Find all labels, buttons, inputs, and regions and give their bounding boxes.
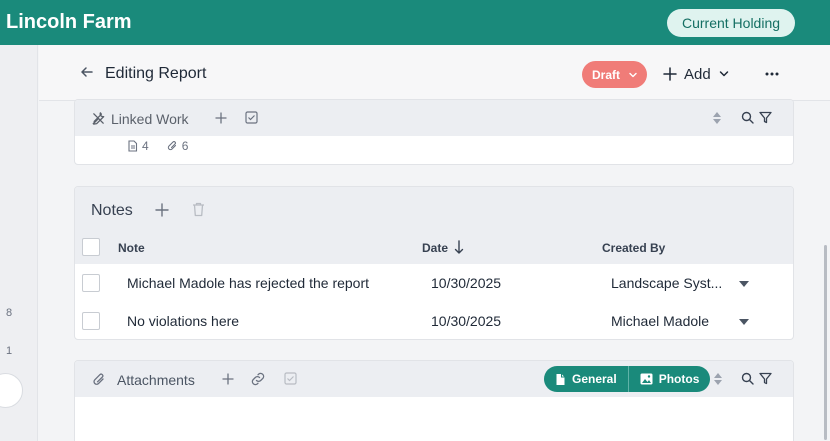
linked-work-title: Linked Work: [111, 111, 189, 127]
linked-work-section: Linked Work 4 6: [74, 99, 794, 165]
linked-work-header: Linked Work: [75, 100, 793, 136]
checkbox-icon[interactable]: [284, 372, 297, 385]
select-all-checkbox[interactable]: [82, 238, 100, 256]
table-row[interactable]: No violations here 10/30/2025 Michael Ma…: [75, 302, 793, 339]
current-holding-button[interactable]: Current Holding: [667, 9, 795, 37]
notes-title: Notes: [91, 202, 133, 219]
attachments-section: Attachments General Photos: [74, 360, 794, 441]
app-title: Lincoln Farm: [6, 11, 132, 33]
tab-general[interactable]: General: [544, 366, 628, 392]
row-checkbox[interactable]: [82, 274, 100, 292]
linked-work-counts: 4 6: [127, 139, 188, 153]
created-by-cell: Landscape Syst...: [611, 275, 723, 291]
status-label: Draft: [592, 67, 621, 82]
scrollbar[interactable]: [824, 245, 827, 440]
column-header-created-by[interactable]: Created By: [602, 241, 665, 255]
checkbox-icon[interactable]: [245, 111, 258, 124]
report-content: Linked Work 4 6 Notes Note Date Created …: [39, 99, 820, 441]
back-arrow-icon[interactable]: [79, 64, 95, 80]
chevron-down-icon: [628, 70, 638, 80]
date-cell: 10/30/2025: [431, 275, 502, 291]
note-cell: No violations here: [127, 313, 240, 329]
image-icon: [640, 373, 653, 385]
top-bar: Lincoln Farm Current Holding: [0, 0, 830, 45]
filter-icon[interactable]: [759, 111, 772, 124]
paperclip-icon: [167, 140, 178, 152]
document-icon: [127, 140, 138, 152]
add-button[interactable]: Add: [663, 63, 730, 85]
search-icon[interactable]: [741, 372, 754, 385]
note-cell: Michael Madole has rejected the report: [127, 275, 370, 291]
tools-icon: [91, 111, 106, 126]
page-title: Editing Report: [105, 65, 207, 82]
sort-icon[interactable]: [713, 372, 723, 386]
notes-section: Notes Note Date Created By Michael Madol…: [74, 186, 794, 340]
tab-photos-label: Photos: [658, 372, 700, 386]
rail-avatar[interactable]: [0, 373, 23, 408]
left-rail: 8 1: [0, 45, 38, 441]
column-header-date[interactable]: Date: [422, 241, 448, 255]
trash-icon[interactable]: [192, 202, 205, 217]
document-icon: [555, 373, 566, 386]
status-dropdown[interactable]: Draft: [582, 61, 647, 88]
rail-number: 8: [6, 307, 13, 319]
column-header-note[interactable]: Note: [118, 241, 145, 255]
created-by-cell: Michael Madole: [611, 313, 710, 329]
table-row[interactable]: Michael Madole has rejected the report 1…: [75, 264, 793, 302]
sort-icon[interactable]: [712, 111, 722, 125]
attachment-count: 6: [181, 139, 189, 153]
paperclip-icon: [92, 372, 106, 387]
chevron-down-icon: [718, 68, 730, 80]
date-cell: 10/30/2025: [431, 313, 502, 329]
tab-photos[interactable]: Photos: [627, 366, 711, 392]
rail-number: 1: [6, 345, 13, 357]
plus-icon[interactable]: [222, 373, 234, 385]
column-header-date-label: Date: [422, 241, 449, 255]
filter-icon[interactable]: [759, 372, 772, 385]
plus-icon[interactable]: [215, 112, 227, 124]
plus-icon[interactable]: [155, 203, 169, 217]
attachment-type-toggle: General Photos: [544, 366, 711, 392]
link-icon[interactable]: [250, 372, 266, 386]
notes-header: Notes Note Date Created By: [75, 187, 793, 264]
row-checkbox[interactable]: [82, 312, 100, 330]
arrow-down-icon[interactable]: [454, 240, 464, 254]
attachments-title: Attachments: [117, 372, 195, 388]
document-count: 4: [142, 139, 149, 153]
plus-icon: [663, 67, 677, 81]
attachments-header: Attachments General Photos: [75, 361, 793, 397]
search-icon[interactable]: [741, 111, 754, 124]
caret-down-icon[interactable]: [739, 319, 749, 325]
tab-general-label: General: [572, 372, 617, 386]
add-label: Add: [684, 65, 711, 83]
more-icon[interactable]: [762, 64, 782, 84]
caret-down-icon[interactable]: [739, 281, 749, 287]
report-header: Editing Report Draft Add: [39, 45, 830, 101]
